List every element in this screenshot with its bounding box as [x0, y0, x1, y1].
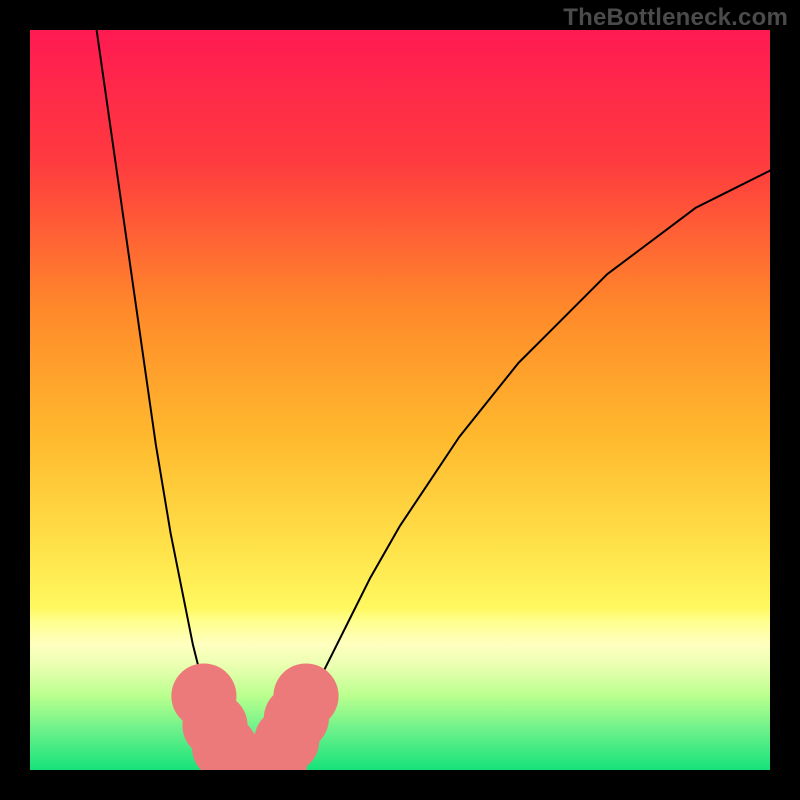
bottleneck-curve [97, 30, 770, 770]
chart-frame: TheBottleneck.com [0, 0, 800, 800]
curve-layer [30, 30, 770, 770]
plot-area [30, 30, 770, 770]
valley-marker [273, 663, 338, 728]
watermark-text: TheBottleneck.com [563, 4, 788, 32]
